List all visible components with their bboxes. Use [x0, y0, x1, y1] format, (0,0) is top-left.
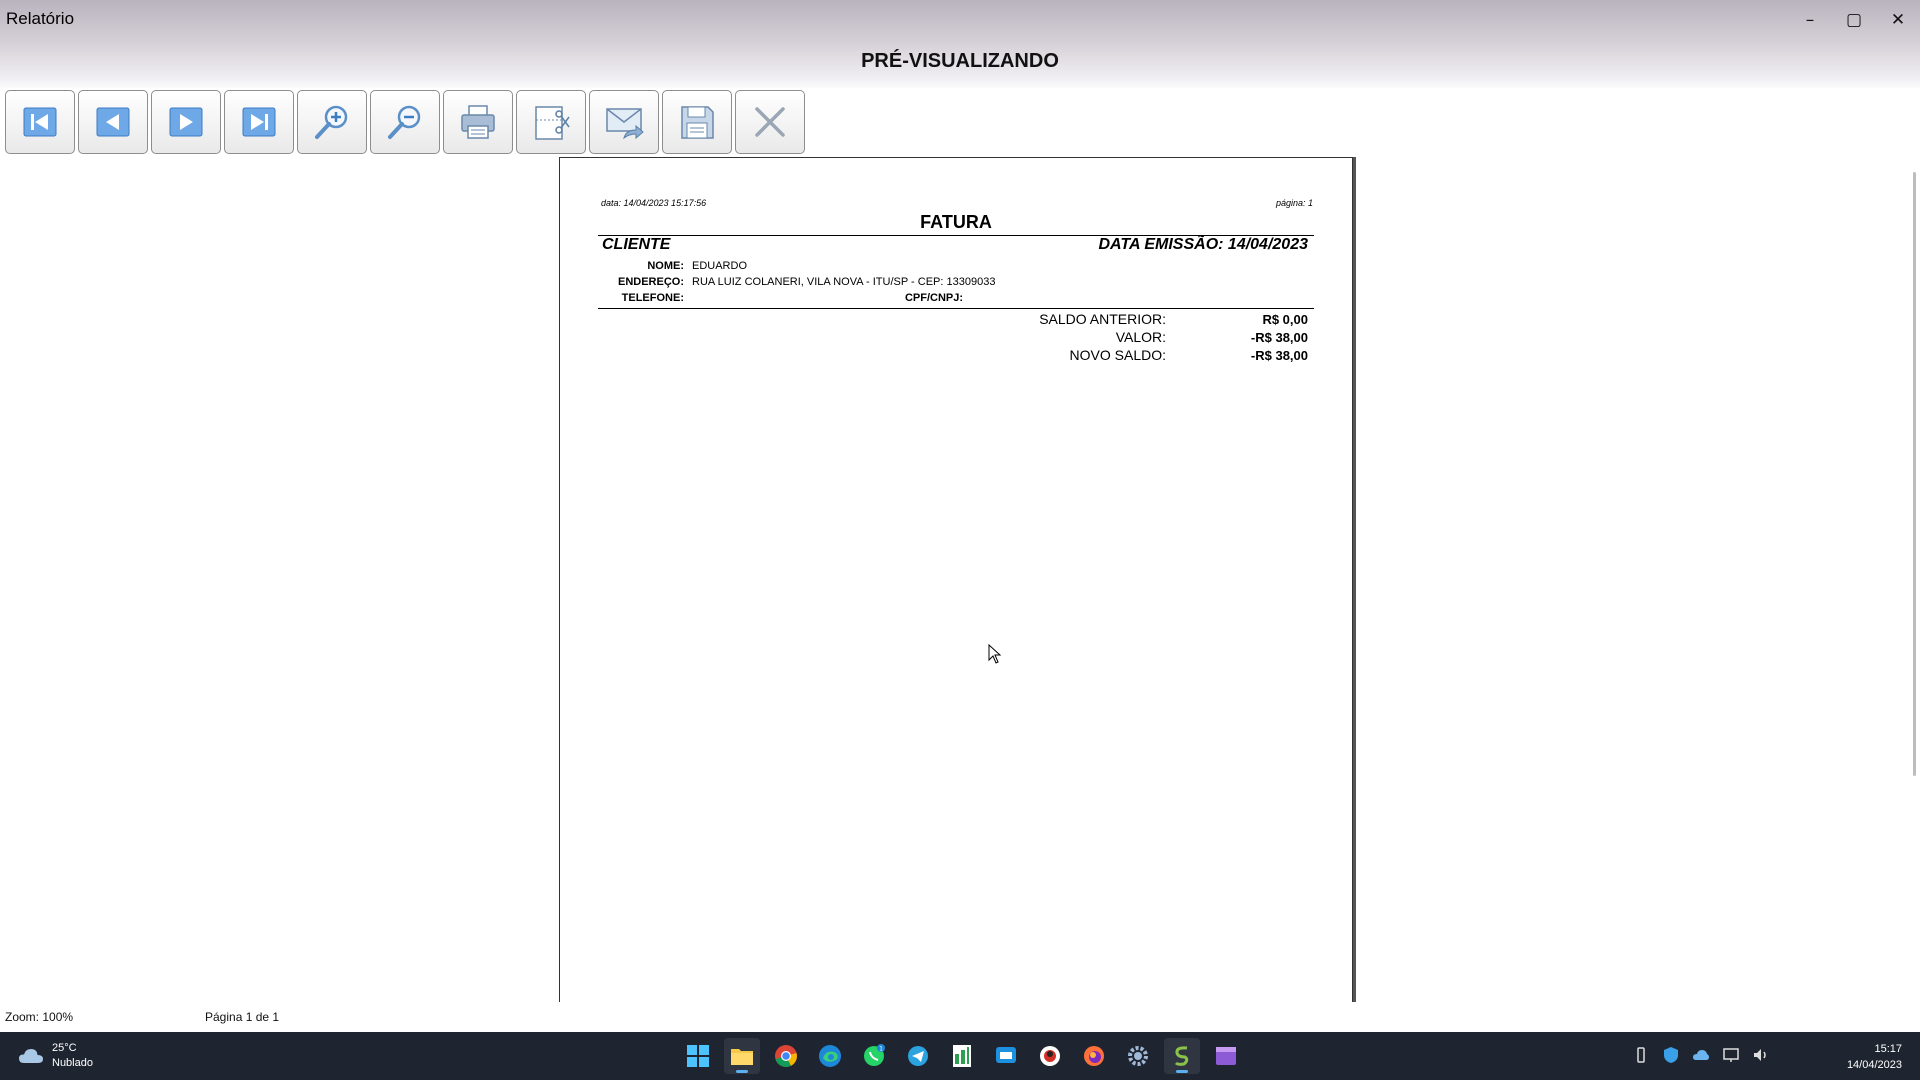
media-app-icon	[1216, 1047, 1236, 1065]
taskbar: 25°C Nublado 1 15:17 14/04/2023	[0, 1032, 1920, 1080]
file-explorer-icon	[731, 1049, 753, 1065]
first-page-icon	[23, 107, 57, 137]
chrome-icon	[775, 1045, 797, 1067]
close-icon	[755, 107, 785, 137]
edge-icon	[819, 1045, 841, 1067]
taskbar-telegram[interactable]	[900, 1038, 936, 1074]
next-page-icon	[169, 107, 203, 137]
weather-widget[interactable]: 25°C Nublado	[18, 1041, 93, 1071]
start-button[interactable]	[680, 1038, 716, 1074]
save-icon	[681, 106, 714, 139]
browser-app-icon	[1040, 1046, 1060, 1066]
saldo-anterior-label: SALDO ANTERIOR:	[1039, 311, 1166, 327]
taskbar-media-app[interactable]	[1208, 1038, 1244, 1074]
taskbar-browser-app[interactable]	[1032, 1038, 1068, 1074]
usb-icon[interactable]	[1632, 1046, 1650, 1064]
next-page-button[interactable]	[151, 90, 221, 154]
page-status: Página 1 de 1	[205, 1010, 280, 1024]
taskbar-settings[interactable]	[1120, 1038, 1156, 1074]
previous-page-button[interactable]	[78, 90, 148, 154]
zoom-in-icon	[315, 105, 348, 139]
taskbar-edge[interactable]	[812, 1038, 848, 1074]
firefox-icon	[1084, 1046, 1104, 1066]
cloud-icon	[19, 1049, 43, 1063]
network-icon[interactable]	[1722, 1046, 1740, 1064]
window-controls: – ▢ ✕	[1788, 0, 1920, 40]
taskbar-spreadsheet[interactable]	[944, 1038, 980, 1074]
security-shield-icon[interactable]	[1662, 1046, 1680, 1064]
close-preview-button[interactable]	[735, 90, 805, 154]
preview-toolbar	[5, 90, 805, 154]
taskbar-firefox[interactable]	[1076, 1038, 1112, 1074]
telefone-label: TELEFONE:	[621, 292, 684, 304]
system-tray	[1632, 1046, 1770, 1064]
last-page-icon	[242, 107, 276, 137]
report-app-icon	[1174, 1046, 1189, 1066]
vertical-scrollbar[interactable]	[1913, 172, 1916, 776]
whatsapp-badge: 1	[879, 1046, 883, 1053]
report-date: data: 14/04/2023 15:17:56	[601, 198, 707, 208]
settings-icon	[1128, 1046, 1148, 1066]
novo-saldo-value: -R$ 38,00	[1250, 348, 1308, 363]
preview-area[interactable]: data: 14/04/2023 15:17:56 página: 1 FATU…	[0, 156, 1920, 1002]
page-setup-icon	[535, 106, 570, 140]
minimize-button[interactable]: –	[1788, 0, 1832, 40]
cliente-heading: CLIENTE	[602, 236, 671, 253]
volume-icon[interactable]	[1752, 1046, 1770, 1064]
report-divider-fields	[598, 308, 1314, 309]
page-heading: PRÉ-VISUALIZANDO	[861, 50, 1059, 72]
report-title: FATURA	[920, 212, 992, 232]
print-button[interactable]	[443, 90, 513, 154]
taskbar-report-app[interactable]	[1164, 1038, 1200, 1074]
taskbar-clock[interactable]: 15:17 14/04/2023	[1847, 1041, 1902, 1073]
zoom-status: Zoom: 100%	[5, 1010, 74, 1024]
window-header: Relatório – ▢ ✕ PRÉ-VISUALIZANDO	[0, 0, 1920, 88]
saldo-anterior-value: R$ 0,00	[1262, 312, 1308, 327]
telegram-icon	[908, 1046, 928, 1066]
emission-date: DATA EMISSÃO: 14/04/2023	[1098, 236, 1308, 253]
mouse-cursor-icon	[988, 644, 1002, 664]
novo-saldo-label: NOVO SALDO:	[1069, 347, 1166, 363]
first-page-button[interactable]	[5, 90, 75, 154]
zoom-in-button[interactable]	[297, 90, 367, 154]
temperature: 25°C	[52, 1042, 77, 1054]
printer-icon	[461, 105, 495, 139]
clock-date: 14/04/2023	[1846, 1059, 1902, 1071]
save-button[interactable]	[662, 90, 732, 154]
status-bar: Zoom: 100% Página 1 de 1	[0, 1002, 1920, 1030]
taskbar-chrome[interactable]	[768, 1038, 804, 1074]
nome-value: EDUARDO	[692, 260, 748, 272]
endereco-label: ENDEREÇO:	[617, 276, 684, 288]
close-window-button[interactable]: ✕	[1876, 0, 1920, 40]
nome-label: NOME:	[647, 260, 684, 272]
valor-label: VALOR:	[1115, 329, 1166, 345]
maximize-button[interactable]: ▢	[1832, 0, 1876, 40]
taskbar-remote-app[interactable]	[988, 1038, 1024, 1074]
cpf-cnpj-label: CPF/CNPJ:	[904, 292, 963, 304]
zoom-out-button[interactable]	[370, 90, 440, 154]
zoom-out-icon	[388, 105, 421, 139]
valor-value: -R$ 38,00	[1250, 330, 1308, 345]
taskbar-file-explorer[interactable]	[724, 1038, 760, 1074]
windows-start-icon	[687, 1045, 709, 1067]
email-icon	[606, 108, 644, 140]
spreadsheet-app-icon	[953, 1045, 971, 1067]
endereco-value: RUA LUIZ COLANERI, VILA NOVA - ITU/SP - …	[692, 276, 996, 288]
weather-condition: Nublado	[52, 1057, 93, 1069]
window-title: Relatório	[6, 9, 75, 28]
taskbar-whatsapp[interactable]: 1	[856, 1038, 892, 1074]
whatsapp-icon: 1	[864, 1044, 885, 1066]
previous-page-icon	[96, 107, 130, 137]
email-button[interactable]	[589, 90, 659, 154]
report-page-number: página: 1	[1275, 198, 1313, 208]
onedrive-icon[interactable]	[1692, 1046, 1710, 1064]
report-page: data: 14/04/2023 15:17:56 página: 1 FATU…	[559, 157, 1353, 1002]
taskbar-apps: 1	[680, 1038, 1244, 1074]
page-setup-button[interactable]	[516, 90, 586, 154]
remote-app-icon	[996, 1047, 1016, 1063]
clock-time: 15:17	[1874, 1043, 1902, 1055]
last-page-button[interactable]	[224, 90, 294, 154]
